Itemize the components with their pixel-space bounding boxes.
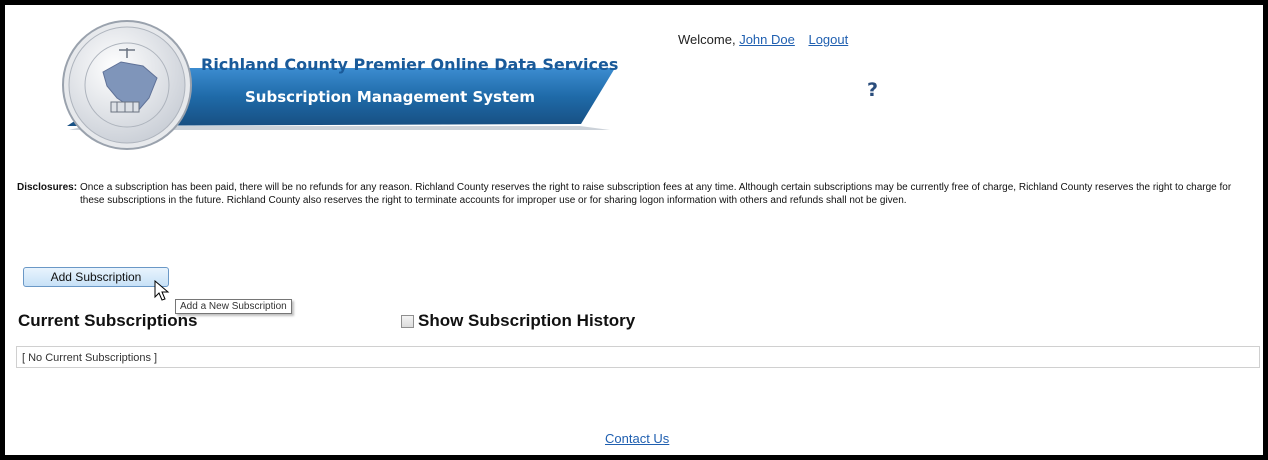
welcome-bar: Welcome, John Doe Logout: [678, 32, 848, 47]
disclosures: Disclosures: Once a subscription has bee…: [17, 181, 1257, 207]
banner-graphic: [62, 20, 615, 150]
subscription-history-toggle[interactable]: Show Subscription History: [401, 311, 635, 331]
add-subscription-tooltip: Add a New Subscription: [175, 299, 292, 314]
page-frame: Richland County Premier Online Data Serv…: [5, 5, 1263, 455]
site-banner: Richland County Premier Online Data Serv…: [55, 10, 619, 160]
current-subscriptions-title: Current Subscriptions: [18, 311, 198, 330]
contact-us-link[interactable]: Contact Us: [605, 431, 669, 446]
banner-title: Richland County Premier Online Data Serv…: [201, 55, 619, 74]
footer: Contact Us: [605, 431, 669, 446]
user-name-link[interactable]: John Doe: [739, 32, 795, 47]
county-seal: [62, 20, 192, 150]
history-checkbox[interactable]: [401, 314, 414, 328]
logout-link[interactable]: Logout: [808, 32, 848, 47]
welcome-label: Welcome,: [678, 32, 736, 47]
mouse-cursor-icon: [154, 280, 170, 301]
disclosures-label: Disclosures:: [17, 182, 78, 193]
disclosures-text: Once a subscription has been paid, there…: [80, 182, 1232, 206]
history-label: Show Subscription History: [418, 311, 636, 330]
add-subscription-button[interactable]: Add Subscription: [23, 267, 169, 287]
empty-subscriptions-message: [ No Current Subscriptions ]: [22, 352, 158, 364]
banner-subtitle: Subscription Management System: [245, 88, 535, 106]
subscriptions-list: [ No Current Subscriptions ]: [16, 346, 1260, 368]
help-icon[interactable]: ?: [867, 79, 878, 101]
